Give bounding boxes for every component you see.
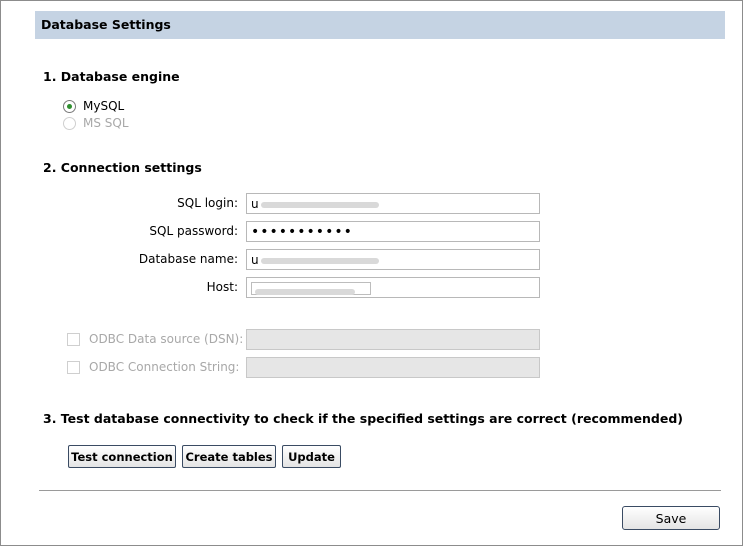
host-input[interactable] (246, 277, 540, 298)
database-name-value: u (251, 253, 259, 267)
panel-title: Database Settings (41, 17, 171, 32)
sql-login-value: u (251, 197, 259, 211)
odbc-conn-string-checkbox (67, 360, 80, 374)
save-button[interactable]: Save (622, 506, 720, 530)
sql-login-input[interactable]: u (246, 193, 540, 214)
database-name-input[interactable]: u (246, 249, 540, 270)
sql-password-label: SQL password: (149, 224, 238, 238)
host-value-redacted (251, 282, 371, 295)
sql-password-input[interactable]: ••••••••••• (246, 221, 540, 242)
radio-checked-icon[interactable] (63, 99, 76, 113)
update-button[interactable]: Update (282, 445, 341, 468)
radio-mysql-label: MySQL (83, 99, 125, 113)
odbc-dsn-checkbox-row: ODBC Data source (DSN): (67, 331, 243, 347)
odbc-conn-string-label: ODBC Connection String: (89, 360, 240, 374)
host-label: Host: (206, 280, 238, 294)
radio-mssql: MS SQL (63, 115, 129, 131)
section-database-engine-title: 1. Database engine (43, 69, 180, 84)
section-test-connectivity-title: 3. Test database connectivity to check i… (43, 411, 683, 426)
redacted-text (260, 201, 379, 208)
redacted-text (255, 289, 355, 295)
odbc-dsn-input (246, 329, 540, 350)
footer-divider (39, 490, 721, 491)
settings-panel: Database Settings 1. Database engine MyS… (0, 0, 743, 546)
redacted-text (260, 257, 379, 264)
odbc-conn-string-input (246, 357, 540, 378)
database-name-label: Database name: (138, 252, 238, 266)
sql-password-value: ••••••••••• (251, 224, 353, 240)
odbc-conn-string-checkbox-row: ODBC Connection String: (67, 359, 239, 375)
radio-mssql-label: MS SQL (83, 116, 129, 130)
test-connection-button[interactable]: Test connection (68, 445, 176, 468)
section-connection-settings-title: 2. Connection settings (43, 160, 202, 175)
odbc-dsn-checkbox (67, 332, 80, 346)
create-tables-button[interactable]: Create tables (182, 445, 276, 468)
radio-mysql[interactable]: MySQL (63, 98, 124, 114)
panel-header: Database Settings (35, 11, 725, 39)
radio-unchecked-icon (63, 116, 76, 130)
odbc-dsn-label: ODBC Data source (DSN): (89, 332, 244, 346)
sql-login-label: SQL login: (177, 196, 238, 210)
